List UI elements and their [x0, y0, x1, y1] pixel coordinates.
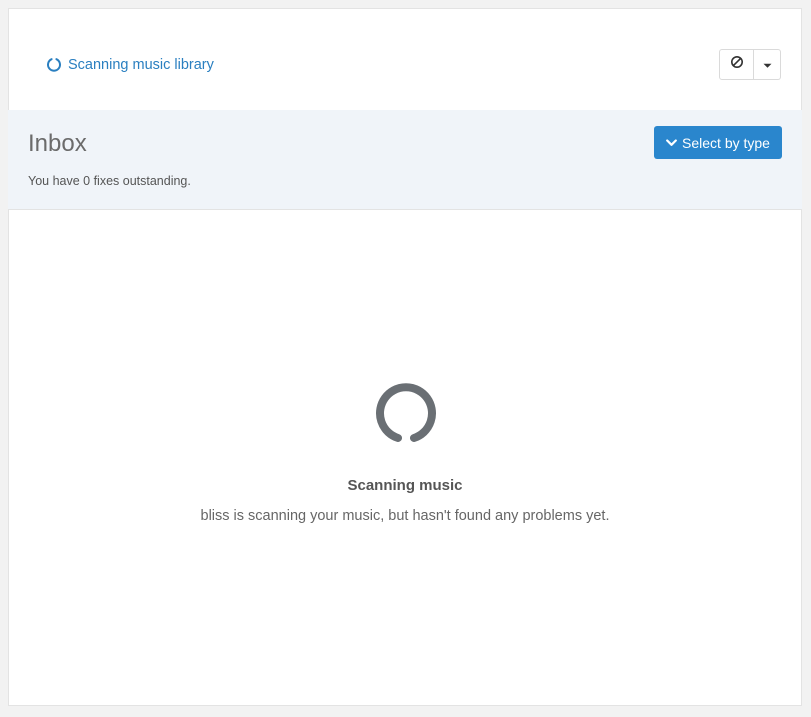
spinner-icon [46, 57, 62, 73]
scan-actions-group [719, 49, 781, 80]
ban-icon [730, 55, 744, 74]
empty-state-title: Scanning music [347, 477, 463, 494]
select-by-type-button[interactable]: Select by type [654, 126, 782, 159]
scanning-status-label: Scanning music library [68, 57, 214, 73]
fixes-outstanding-text: You have 0 fixes outstanding. [28, 174, 191, 188]
page-title: Inbox [28, 130, 87, 157]
scan-menu-toggle[interactable] [754, 49, 781, 80]
chevron-down-icon [666, 138, 677, 147]
empty-state-description: bliss is scanning your music, but hasn't… [200, 508, 610, 524]
inbox-content: Scanning music bliss is scanning your mu… [8, 210, 802, 706]
scanning-status-link[interactable]: Scanning music library [46, 57, 214, 73]
cancel-scan-button[interactable] [719, 49, 754, 80]
select-by-type-label: Select by type [682, 134, 770, 151]
spinner-icon [375, 380, 437, 442]
caret-down-icon [763, 56, 772, 74]
status-panel: Scanning music library [8, 8, 802, 111]
inbox-header: Inbox You have 0 fixes outstanding. Sele… [8, 110, 802, 210]
